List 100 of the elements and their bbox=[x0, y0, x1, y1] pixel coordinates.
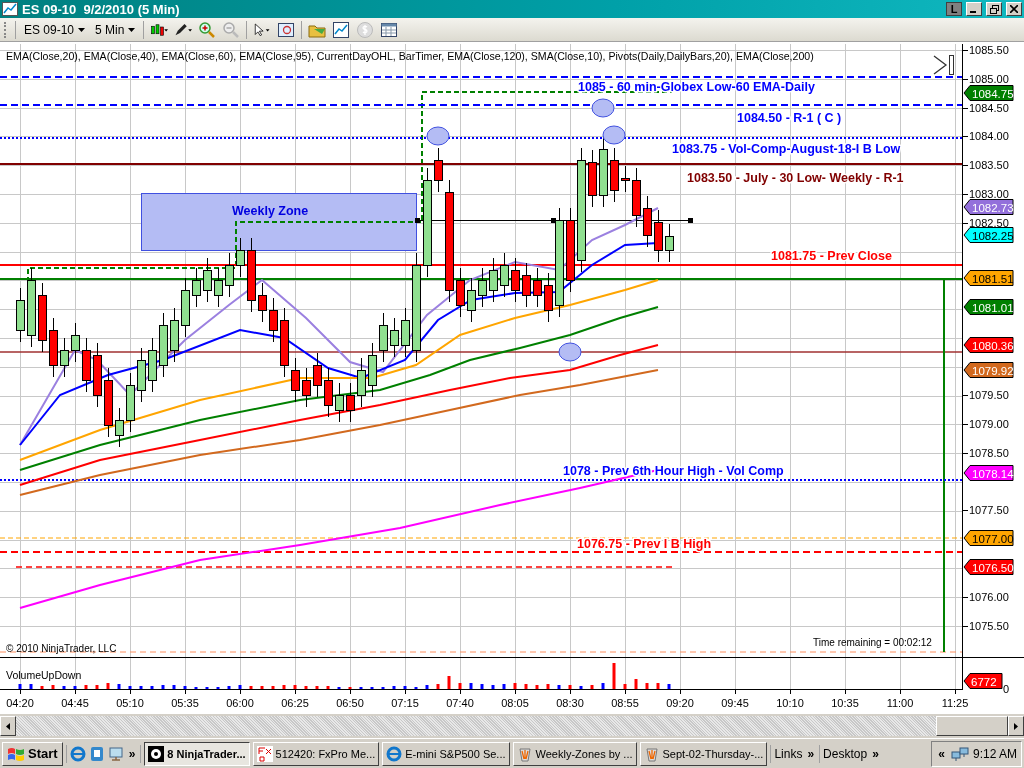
close-button[interactable] bbox=[1006, 2, 1022, 16]
price-label: 1085.50 bbox=[969, 44, 1009, 56]
marker-ellipse bbox=[426, 126, 450, 146]
overflow-chevron[interactable]: » bbox=[870, 746, 881, 761]
volume-bar bbox=[29, 684, 33, 689]
volume-bar bbox=[502, 684, 506, 689]
layout-button[interactable]: L bbox=[946, 2, 962, 16]
price-tag: 1081.51 bbox=[963, 270, 1014, 286]
overflow-chevron[interactable]: » bbox=[805, 746, 817, 761]
cup-icon bbox=[643, 745, 660, 762]
properties-icon[interactable] bbox=[277, 20, 296, 39]
taskbar-button[interactable]: Sept-02-Thursday-... bbox=[639, 741, 768, 766]
candle bbox=[643, 195, 652, 248]
volume-bar bbox=[612, 663, 616, 689]
scroll-thumb[interactable] bbox=[936, 716, 1008, 736]
tray-expand-button[interactable]: « bbox=[936, 746, 947, 761]
price-tag: 1080.36 bbox=[963, 337, 1014, 353]
candle bbox=[500, 252, 509, 298]
volume-bar bbox=[403, 686, 407, 689]
volume-bar bbox=[282, 685, 286, 689]
volume-bar bbox=[62, 686, 66, 689]
time-label: 05:10 bbox=[116, 697, 144, 709]
taskbar-button[interactable]: E-mini S&P500 Se... bbox=[382, 741, 510, 766]
volume-bar bbox=[293, 685, 297, 689]
candle bbox=[654, 209, 663, 263]
volume-bar bbox=[150, 686, 154, 689]
screen-icon[interactable] bbox=[107, 745, 124, 762]
candle bbox=[401, 307, 410, 358]
price-label: 1084.00 bbox=[969, 130, 1009, 142]
time-remaining-text: Time remaining = 00:02:12 bbox=[813, 637, 932, 648]
volume-bar bbox=[480, 684, 484, 689]
zone-label: Weekly Zone bbox=[232, 204, 309, 218]
target-icon bbox=[148, 745, 165, 762]
volume-bar bbox=[128, 686, 132, 689]
candle bbox=[291, 357, 300, 403]
desktop-toolbar-label[interactable]: Desktop bbox=[823, 746, 868, 761]
time-label: 08:30 bbox=[556, 697, 584, 709]
clock-text: 9:12 AM bbox=[972, 746, 1017, 761]
restore-button[interactable] bbox=[986, 2, 1002, 16]
taskbar-button[interactable]: Weekly-Zones by ... bbox=[512, 741, 637, 766]
volume-bar bbox=[667, 684, 671, 689]
instrument-dropdown[interactable]: ES 09-10 bbox=[22, 22, 88, 37]
pointer-icon[interactable] bbox=[253, 20, 272, 39]
candle bbox=[324, 367, 333, 418]
taskbar-button[interactable]: 512420: FxPro Me... bbox=[252, 741, 380, 766]
price-label: 1079.50 bbox=[969, 389, 1009, 401]
chart-app-icon bbox=[2, 2, 18, 16]
level-label: 1076.75 - Prev I B High bbox=[577, 537, 712, 551]
volume-bar bbox=[634, 679, 638, 689]
candle bbox=[115, 407, 124, 448]
time-label: 10:10 bbox=[776, 697, 804, 709]
volume-bar bbox=[304, 686, 308, 689]
time-label: 07:40 bbox=[446, 697, 474, 709]
candle bbox=[280, 307, 289, 378]
volume-bar bbox=[260, 686, 264, 689]
level-label: 1084.50 - R-1 ( C ) bbox=[737, 111, 842, 125]
volume-bar bbox=[491, 685, 495, 689]
network-icon[interactable] bbox=[950, 745, 969, 762]
scroll-right-button[interactable] bbox=[1008, 716, 1024, 736]
candle bbox=[313, 352, 322, 398]
candle bbox=[137, 347, 146, 403]
level-label: 1083.50 - July - 30 Low- Weekly - R-1 bbox=[687, 171, 904, 185]
time-label: 05:35 bbox=[171, 697, 199, 709]
marker-ellipse bbox=[558, 342, 582, 362]
interval-dropdown[interactable]: 5 Min bbox=[93, 22, 138, 37]
candle bbox=[599, 136, 608, 208]
volume-bar bbox=[271, 686, 275, 689]
start-button[interactable]: Start bbox=[2, 741, 63, 766]
scroll-left-button[interactable] bbox=[0, 716, 16, 736]
price-tag: 1079.92 bbox=[963, 362, 1014, 378]
candle bbox=[49, 317, 58, 378]
links-toolbar-label[interactable]: Links bbox=[774, 746, 803, 761]
chart-icon[interactable] bbox=[332, 20, 351, 39]
document-icon[interactable] bbox=[88, 745, 105, 762]
volume-bar bbox=[535, 685, 539, 689]
candle bbox=[588, 149, 597, 208]
volume-bar bbox=[392, 686, 396, 689]
candle bbox=[203, 257, 212, 303]
close-icon bbox=[1010, 5, 1018, 13]
candle bbox=[434, 147, 443, 193]
windows-flag-icon bbox=[7, 745, 25, 762]
minimize-button[interactable] bbox=[966, 2, 982, 16]
play-to-end-icon bbox=[934, 55, 954, 75]
time-label: 08:55 bbox=[611, 697, 639, 709]
taskbar-button[interactable]: 8 NinjaTrader... bbox=[144, 741, 250, 766]
volume-bar bbox=[139, 686, 143, 689]
price-label: 1082.50 bbox=[969, 217, 1009, 229]
candle bbox=[357, 357, 366, 408]
table-icon[interactable] bbox=[380, 20, 399, 39]
axis-zero-label: 0 bbox=[1003, 683, 1010, 695]
volume-bar bbox=[546, 684, 550, 689]
overflow-chevron[interactable]: » bbox=[126, 746, 138, 761]
level-label: 1085 - 60 min-Globex Low-60 EMA-Daily bbox=[578, 80, 815, 94]
price-label: 1084.50 bbox=[969, 102, 1009, 114]
price-tag: 1077.00 bbox=[963, 530, 1014, 546]
candle bbox=[390, 317, 399, 358]
zoom-in-icon[interactable] bbox=[198, 20, 217, 39]
candle bbox=[379, 312, 388, 363]
time-label: 08:05 bbox=[501, 697, 529, 709]
browser-icon[interactable] bbox=[69, 745, 86, 762]
